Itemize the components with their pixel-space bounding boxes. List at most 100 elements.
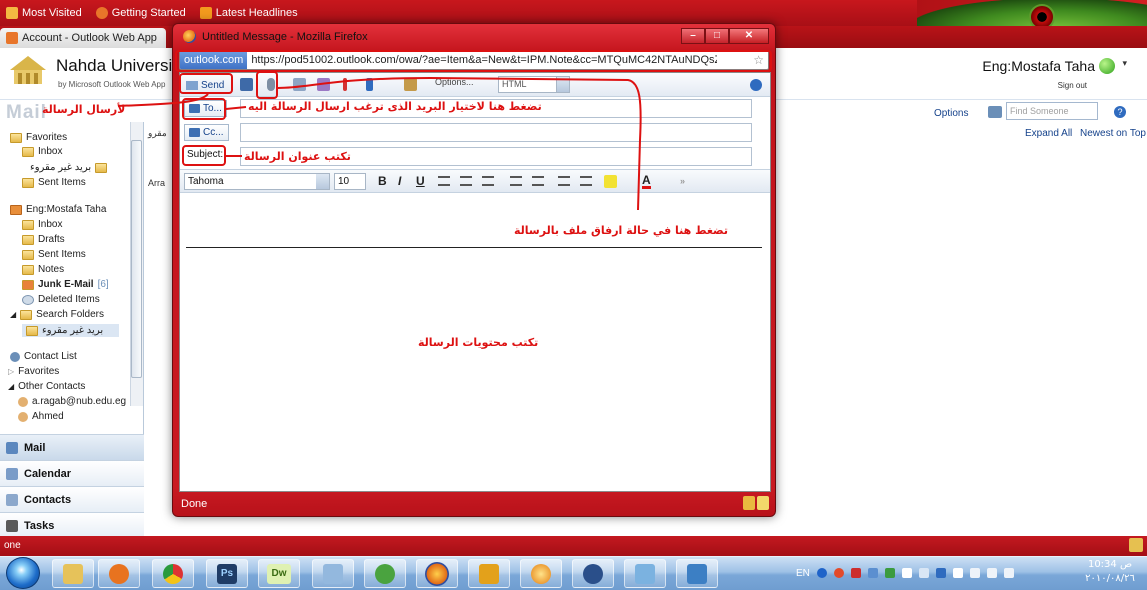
flag-icon[interactable] bbox=[952, 568, 963, 578]
nav-inbox[interactable]: Inbox bbox=[22, 219, 62, 230]
nav-drafts[interactable]: Drafts bbox=[22, 234, 65, 245]
bookmark-most-visited[interactable]: Most Visited bbox=[6, 7, 82, 19]
newest-on-top-link[interactable]: Newest on Top bbox=[1080, 128, 1146, 139]
taskbar-app[interactable] bbox=[676, 559, 718, 588]
highlight-icon[interactable] bbox=[604, 175, 617, 188]
cc-field[interactable] bbox=[240, 123, 752, 142]
module-tasks[interactable]: Tasks bbox=[0, 512, 144, 538]
nav-deleted[interactable]: Deleted Items bbox=[22, 294, 100, 305]
nav-search-folders[interactable]: ◢ Search Folders bbox=[10, 309, 104, 320]
signature-icon[interactable] bbox=[404, 78, 417, 91]
arrange-by-fragment[interactable]: Arra bbox=[148, 178, 165, 188]
minimize-button[interactable]: – bbox=[681, 28, 705, 44]
taskbar-photoshop[interactable]: Ps bbox=[206, 559, 248, 588]
nav-other-contacts[interactable]: ◢ Other Contacts bbox=[8, 381, 85, 392]
nav-scrollbar-thumb[interactable] bbox=[131, 140, 142, 378]
tab-outlook-web-app[interactable]: Account - Outlook Web App bbox=[0, 28, 166, 48]
maximize-button[interactable]: □ bbox=[705, 28, 729, 44]
align-center-icon[interactable] bbox=[460, 176, 472, 186]
taskbar-chrome[interactable] bbox=[152, 559, 194, 588]
address-book-icon[interactable] bbox=[988, 106, 1002, 118]
bluetooth-icon[interactable] bbox=[935, 568, 946, 578]
nav-unread-search[interactable]: بريد غير مقروء bbox=[22, 324, 120, 337]
tray-icon[interactable] bbox=[850, 568, 861, 578]
align-right-icon[interactable] bbox=[482, 176, 494, 186]
nav-favorites[interactable]: Favorites bbox=[10, 132, 67, 143]
clock[interactable]: 10:34 ص ٢٠١٠/٠٨/٢٦ bbox=[1078, 558, 1142, 588]
italic-button[interactable]: I bbox=[398, 174, 401, 188]
options-button[interactable]: Options... bbox=[435, 77, 474, 87]
bullet-list-icon[interactable] bbox=[532, 176, 544, 186]
tray-icon[interactable] bbox=[969, 568, 980, 578]
network-icon[interactable] bbox=[986, 568, 997, 578]
nav-contact[interactable]: Ahmed bbox=[18, 411, 64, 422]
bookmark-getting-started[interactable]: Getting Started bbox=[95, 7, 186, 19]
taskbar-messenger[interactable] bbox=[364, 559, 406, 588]
nav-favorites-sent[interactable]: Sent Items bbox=[22, 177, 86, 188]
font-select[interactable]: Tahoma bbox=[184, 173, 330, 190]
tray-icon[interactable] bbox=[901, 568, 912, 578]
decrease-indent-icon[interactable] bbox=[558, 176, 570, 186]
window-title-text: Untitled Message - Mozilla Firefox bbox=[202, 30, 368, 43]
taskbar-dreamweaver[interactable]: Dw bbox=[258, 559, 300, 588]
user-name[interactable]: Eng:Mostafa Taha bbox=[982, 58, 1095, 74]
language-indicator[interactable]: EN bbox=[796, 568, 810, 579]
module-contacts[interactable]: Contacts bbox=[0, 486, 144, 512]
font-size-select[interactable]: 10 bbox=[334, 173, 366, 190]
taskbar-firefox[interactable] bbox=[416, 559, 458, 588]
taskbar-paint[interactable] bbox=[312, 559, 354, 588]
start-button[interactable] bbox=[6, 557, 40, 589]
tray-icon[interactable] bbox=[918, 568, 929, 578]
nav-favorites-inbox[interactable]: Inbox bbox=[22, 146, 62, 157]
taskbar-app[interactable] bbox=[572, 559, 614, 588]
check-names-icon[interactable] bbox=[317, 78, 330, 91]
cc-button[interactable]: Cc... bbox=[184, 124, 229, 141]
chevron-down-icon[interactable] bbox=[316, 174, 329, 189]
options-link[interactable]: Options bbox=[934, 108, 968, 119]
nav-contact[interactable]: a.ragab@nub.edu.eg bbox=[18, 396, 126, 407]
tray-icon[interactable] bbox=[816, 568, 827, 578]
bookmark-latest-headlines[interactable]: Latest Headlines bbox=[199, 7, 298, 19]
underline-button[interactable]: U bbox=[416, 174, 425, 188]
addon-icon bbox=[1129, 538, 1143, 552]
nav-label: Inbox bbox=[38, 219, 63, 230]
tray-icon[interactable] bbox=[884, 568, 895, 578]
align-left-icon[interactable] bbox=[438, 176, 450, 186]
taskbar-outlook[interactable] bbox=[468, 559, 510, 588]
save-icon[interactable] bbox=[240, 78, 253, 91]
nav-sent[interactable]: Sent Items bbox=[22, 249, 86, 260]
bold-button[interactable]: B bbox=[378, 174, 387, 188]
more-options-icon[interactable]: » bbox=[680, 176, 685, 186]
find-someone-input[interactable]: Find Someone bbox=[1006, 102, 1098, 120]
volume-icon[interactable] bbox=[1003, 568, 1014, 578]
presence-status-icon[interactable] bbox=[1099, 58, 1115, 74]
nav-favorites-unread[interactable]: بريد غير مقروء bbox=[30, 162, 108, 173]
nav-notes[interactable]: Notes bbox=[22, 264, 64, 275]
chevron-down-icon[interactable] bbox=[556, 77, 569, 92]
help-icon[interactable]: ? bbox=[1114, 106, 1126, 118]
taskbar-app[interactable] bbox=[520, 559, 562, 588]
taskbar-media-player[interactable] bbox=[98, 559, 140, 588]
tray-icon[interactable] bbox=[867, 568, 878, 578]
tray-icon[interactable] bbox=[833, 568, 844, 578]
font-color-button[interactable]: A bbox=[642, 174, 651, 189]
module-calendar[interactable]: Calendar bbox=[0, 460, 144, 486]
increase-indent-icon[interactable] bbox=[580, 176, 592, 186]
sign-out-link[interactable]: Sign out bbox=[1058, 81, 1087, 90]
nav-mailbox-root[interactable]: Eng:Mostafa Taha bbox=[10, 204, 106, 215]
expand-all-link[interactable]: Expand All bbox=[1025, 128, 1072, 139]
close-button[interactable]: ✕ bbox=[729, 28, 769, 44]
taskbar-explorer[interactable] bbox=[52, 559, 94, 588]
importance-low-icon[interactable] bbox=[366, 78, 373, 91]
help-icon[interactable] bbox=[750, 79, 762, 91]
chevron-down-icon[interactable]: ▾ bbox=[1122, 58, 1127, 69]
nav-junk[interactable]: Junk E-Mail [6] bbox=[22, 279, 109, 290]
nav-contact-list[interactable]: Contact List bbox=[10, 351, 77, 362]
nav-contact-favorites[interactable]: ▷ Favorites bbox=[8, 366, 59, 377]
module-mail[interactable]: Mail bbox=[0, 434, 144, 460]
page-title: Mail bbox=[6, 102, 47, 123]
taskbar-app[interactable] bbox=[624, 559, 666, 588]
address-book-icon[interactable] bbox=[293, 78, 306, 91]
numbered-list-icon[interactable] bbox=[510, 176, 522, 186]
importance-high-icon[interactable] bbox=[343, 78, 347, 91]
